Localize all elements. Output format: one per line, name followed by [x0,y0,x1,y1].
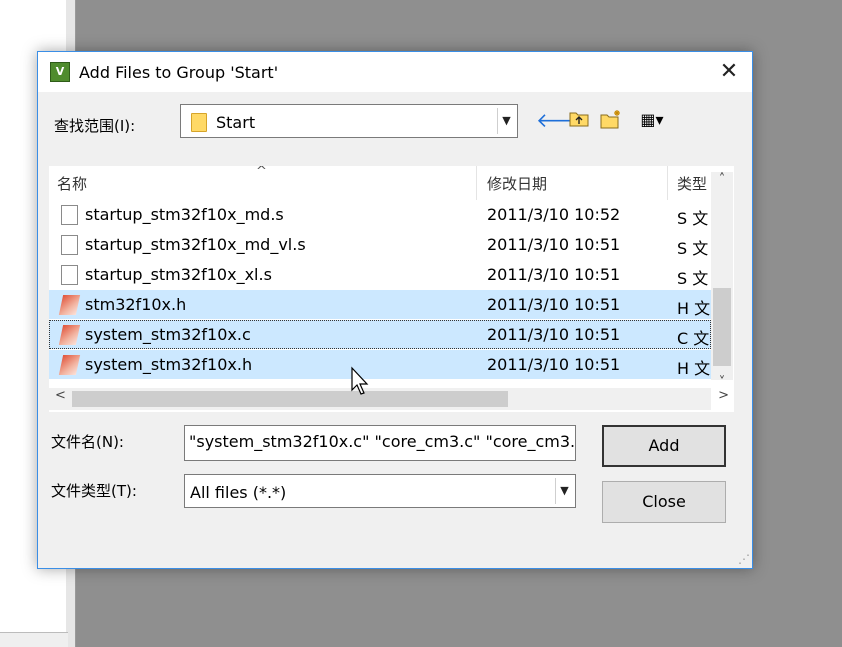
filename-input[interactable]: "system_stm32f10x.c" "core_cm3.c" "core_… [184,425,576,461]
file-row[interactable]: startup_stm32f10x_md_vl.s 2011/3/10 10:5… [49,230,711,259]
filename-label: 文件名(N): [51,433,124,451]
view-menu-icon[interactable]: ▦▾ [634,109,670,131]
look-in-combobox[interactable]: Start ▼ [180,104,518,138]
horizontal-scroll-thumb[interactable] [72,391,508,407]
scroll-left-icon[interactable]: < [55,388,66,403]
close-button[interactable]: Close [602,481,726,523]
resize-grip-icon[interactable]: ⋰ [738,552,750,566]
mouse-cursor-icon [351,366,369,395]
file-date: 2011/3/10 10:52 [487,205,621,224]
source-file-icon [58,355,81,375]
file-row[interactable]: startup_stm32f10x_md.s 2011/3/10 10:52 S… [49,200,711,229]
look-in-label: 查找范围(I): [54,117,136,135]
column-header-name[interactable]: 名称 [57,173,87,194]
vertical-scrollbar[interactable]: ˄ ˅ [711,172,733,390]
column-divider[interactable] [667,166,668,200]
document-icon [61,205,78,225]
new-folder-icon[interactable] [600,109,622,131]
filetype-combobox[interactable]: All files (*.*) ▼ [184,474,576,508]
file-type: S 文 [677,239,709,258]
filetype-value: All files (*.*) [190,483,287,502]
back-icon[interactable]: 🡐 [536,109,590,131]
dialog-title: Add Files to Group 'Start' [79,63,279,82]
file-date: 2011/3/10 10:51 [487,295,621,314]
file-type: S 文 [677,269,709,288]
document-icon [61,235,78,255]
add-button[interactable]: Add [602,425,726,467]
filetype-label: 文件类型(T): [51,482,137,500]
column-header-type[interactable]: 类型 [677,173,707,194]
file-row-selected[interactable]: system_stm32f10x.h 2011/3/10 10:51 H 文 [49,350,711,379]
document-icon [61,265,78,285]
file-type: S 文 [677,209,709,228]
up-folder-icon[interactable] [568,109,590,131]
chevron-down-icon[interactable]: ▼ [497,108,515,134]
background-statusbar [0,632,68,647]
scroll-right-icon[interactable]: > [718,388,729,403]
file-name: startup_stm32f10x_md.s [85,205,284,224]
file-row-selected[interactable]: stm32f10x.h 2011/3/10 10:51 H 文 [49,290,711,319]
list-header: ^ 名称 修改日期 类型 [49,166,734,200]
close-icon[interactable]: ✕ [706,52,752,92]
file-name: startup_stm32f10x_md_vl.s [85,235,306,254]
dialog-titlebar[interactable]: V Add Files to Group 'Start' ✕ [38,52,752,92]
vertical-scroll-thumb[interactable] [713,288,731,366]
file-date: 2011/3/10 10:51 [487,235,621,254]
column-divider[interactable] [476,166,477,200]
file-row[interactable]: startup_stm32f10x_xl.s 2011/3/10 10:51 S… [49,260,711,289]
chevron-down-icon[interactable]: ▼ [555,478,573,504]
keil-app-icon: V [50,62,70,82]
sort-caret-icon: ^ [256,166,267,179]
file-date: 2011/3/10 10:51 [487,265,621,284]
file-name: startup_stm32f10x_xl.s [85,265,272,284]
file-date: 2011/3/10 10:51 [487,355,621,374]
horizontal-scrollbar[interactable]: < > [49,388,729,410]
column-header-date[interactable]: 修改日期 [487,173,547,194]
file-date: 2011/3/10 10:51 [487,325,621,344]
file-name: stm32f10x.h [85,295,187,314]
file-name: system_stm32f10x.c [85,325,251,344]
scroll-up-icon[interactable]: ˄ [711,172,733,187]
source-file-icon [58,295,81,315]
source-file-icon [58,325,81,345]
file-name: system_stm32f10x.h [85,355,253,374]
file-type: H 文 [677,299,711,318]
file-type: H 文 [677,359,711,378]
look-in-value: Start [216,113,256,132]
folder-icon [191,113,207,132]
file-row-selected-focused[interactable]: system_stm32f10x.c 2011/3/10 10:51 C 文 [49,320,711,349]
file-type: C 文 [677,329,710,348]
file-list[interactable]: ^ 名称 修改日期 类型 startup_stm32f10x_md.s 2011… [49,166,734,412]
add-files-dialog: V Add Files to Group 'Start' ✕ 查找范围(I): … [37,51,753,569]
